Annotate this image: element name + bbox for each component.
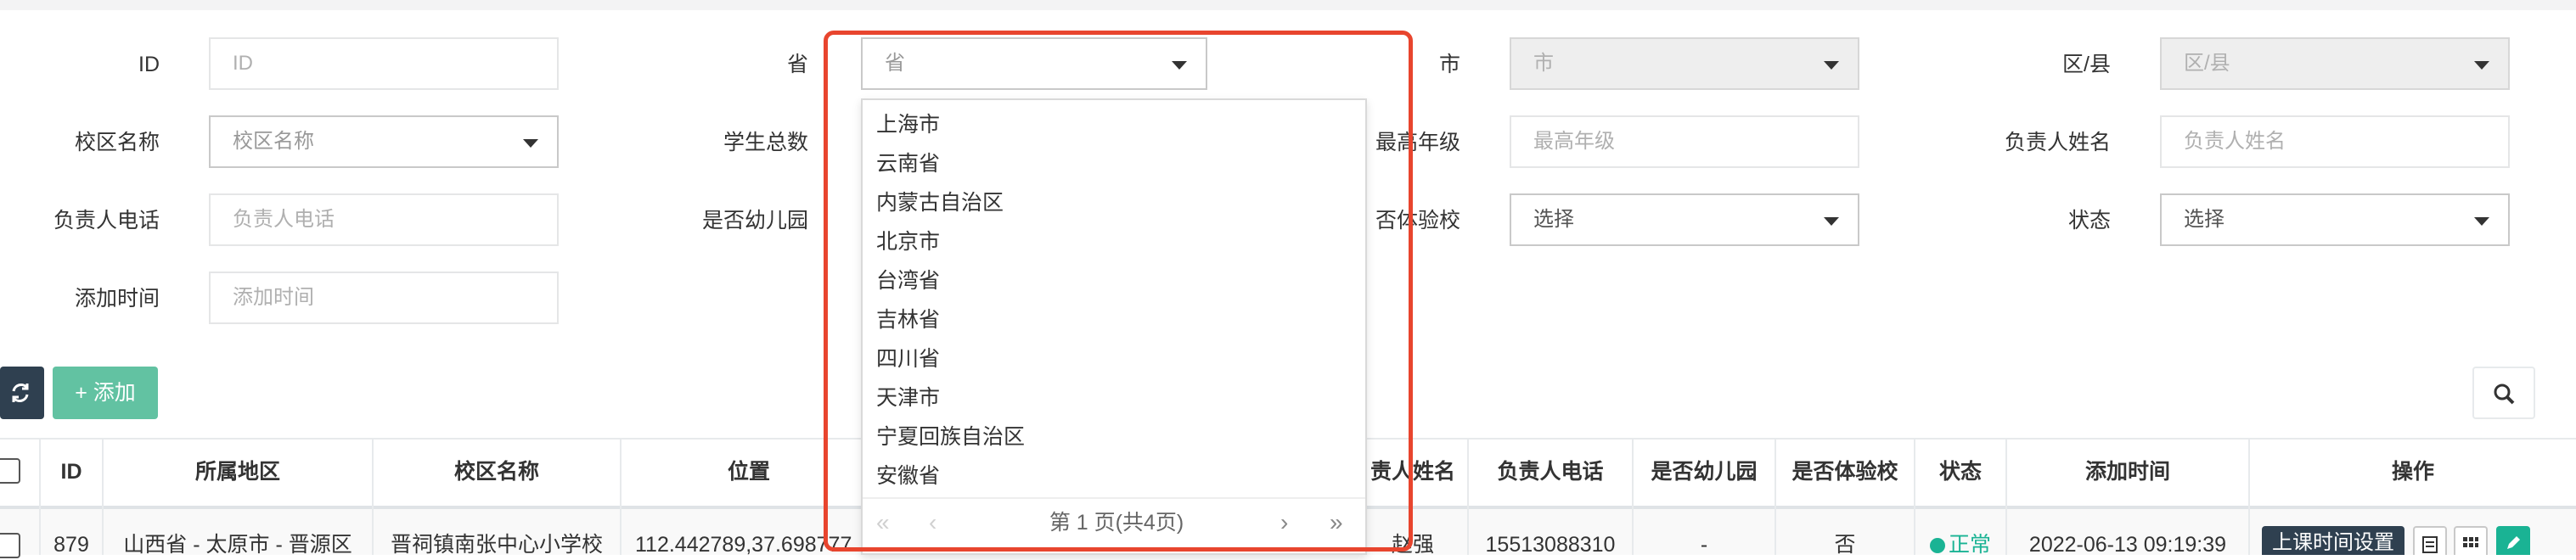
add-button[interactable]: + 添加 <box>53 367 158 419</box>
grid-button[interactable] <box>2454 526 2488 555</box>
cell-id: 879 <box>53 533 89 557</box>
city-select[interactable]: 市 <box>1510 37 1859 90</box>
edit-button[interactable] <box>2496 526 2530 555</box>
top-strip <box>0 0 2576 10</box>
pencil-icon <box>2507 536 2520 549</box>
campus-select-placeholder: 校区名称 <box>233 130 314 153</box>
city-select-placeholder: 市 <box>1533 52 1554 75</box>
col-header-trial[interactable]: 是否体验校 <box>1776 450 1914 494</box>
status-select-value: 选择 <box>2184 208 2224 231</box>
kinder-label: 是否幼儿园 <box>701 209 808 232</box>
addtime-input[interactable]: 添加时间 <box>209 272 559 324</box>
manager-input[interactable]: 负责人姓名 <box>2160 115 2510 168</box>
col-header-campus[interactable]: 校区名称 <box>374 450 620 494</box>
chevron-down-icon <box>2474 61 2489 70</box>
chevron-down-icon <box>1824 61 1839 70</box>
phone-input[interactable]: 负责人电话 <box>209 193 559 246</box>
district-select-placeholder: 区/县 <box>2184 52 2230 75</box>
chevron-down-icon <box>2474 217 2489 226</box>
refresh-button[interactable] <box>0 367 44 419</box>
district-select[interactable]: 区/县 <box>2160 37 2510 90</box>
campus-label: 校区名称 <box>74 131 160 154</box>
cell-addtime: 2022-06-13 09:19:39 <box>2028 533 2227 557</box>
addtime-label: 添加时间 <box>74 287 160 311</box>
id-input[interactable]: ID <box>209 37 559 90</box>
schedule-settings-button[interactable]: 上课时间设置 <box>2262 526 2404 555</box>
id-label: ID <box>138 53 160 76</box>
campus-select[interactable]: 校区名称 <box>209 115 559 168</box>
cell-phone: 15513088310 <box>1485 533 1616 557</box>
highlight-box <box>824 31 1413 552</box>
status-dot-icon <box>1929 538 1945 553</box>
cell-trial: 否 <box>1834 533 1856 557</box>
trial-select[interactable]: 选择 <box>1510 193 1859 246</box>
select-all-checkbox[interactable] <box>0 458 20 484</box>
grid-icon <box>2463 537 2478 547</box>
phone-label: 负责人电话 <box>53 209 160 232</box>
search-icon <box>2494 384 2515 405</box>
district-label: 区/县 <box>2062 53 2111 76</box>
cell-status: 正常 <box>1915 529 2005 560</box>
col-header-status[interactable]: 状态 <box>1915 450 2005 494</box>
col-header-addtime[interactable]: 添加时间 <box>2007 450 2248 494</box>
cell-campus: 晋祠镇南张中心小学校 <box>390 533 603 557</box>
search-button[interactable] <box>2472 367 2535 419</box>
document-icon <box>2422 536 2438 553</box>
detail-button[interactable] <box>2413 526 2447 555</box>
chevron-down-icon <box>1824 217 1839 226</box>
col-header-kinder[interactable]: 是否幼儿园 <box>1634 450 1775 494</box>
manager-label: 负责人姓名 <box>2004 131 2111 154</box>
status-label: 状态 <box>2067 209 2111 232</box>
grade-input[interactable]: 最高年级 <box>1510 115 1859 168</box>
refresh-icon <box>12 384 29 402</box>
col-header-id[interactable]: ID <box>41 450 102 494</box>
status-text: 正常 <box>1948 533 1991 557</box>
cell-kinder: - <box>1700 533 1708 557</box>
province-label: 省 <box>786 53 808 76</box>
status-select[interactable]: 选择 <box>2160 193 2510 246</box>
cell-region: 山西省 - 太原市 - 晋源区 <box>123 533 352 557</box>
col-header-phone[interactable]: 负责人电话 <box>1469 450 1632 494</box>
col-header-ops: 操作 <box>2391 460 2434 484</box>
chevron-down-icon <box>523 139 538 148</box>
students-label: 学生总数 <box>723 131 808 154</box>
col-header-region[interactable]: 所属地区 <box>104 450 372 494</box>
trial-select-value: 选择 <box>1533 208 1574 231</box>
